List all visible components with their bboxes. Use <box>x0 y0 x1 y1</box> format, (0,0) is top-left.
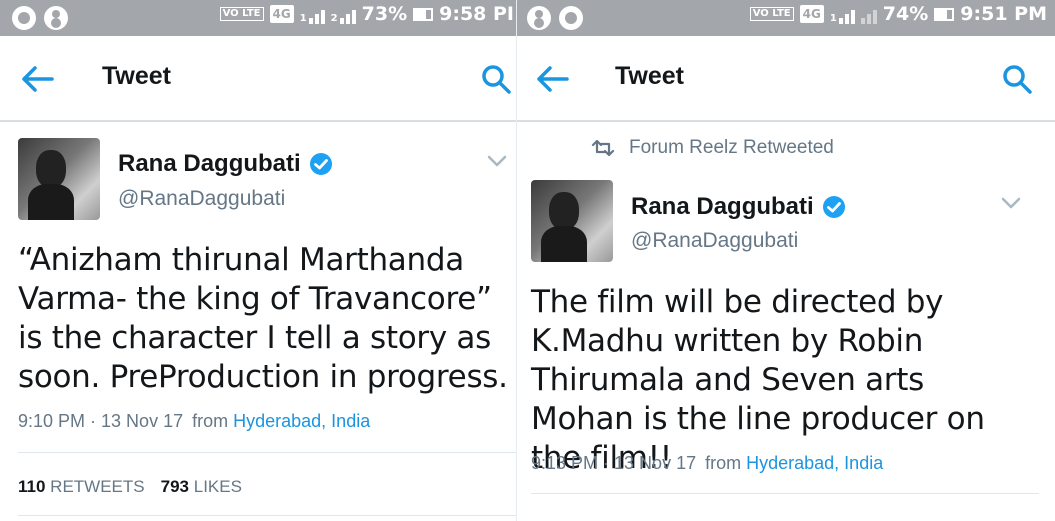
retweets-stat[interactable]: 110 RETWEETS <box>18 477 145 497</box>
volte-indicator: VO LTE <box>219 7 264 21</box>
retweeted-by: Forum Reelz Retweeted <box>629 137 834 158</box>
tweet-meta: 9:13 PM · 13 Nov 17 from Hyderabad, Indi… <box>531 453 883 474</box>
account-icon <box>44 6 68 30</box>
retweets-count: 110 <box>18 477 46 496</box>
chevron-down-icon[interactable] <box>1000 196 1022 210</box>
likes-stat[interactable]: 793 LIKES <box>161 477 242 497</box>
battery-icon <box>413 7 434 21</box>
account-icon <box>527 6 551 30</box>
right-screenshot: VO LTE 4G 1 74% 9:51 PM Tweet Forum Reel… <box>516 0 1055 521</box>
left-screenshot: VO LTE 4G 1 2 73% 9:58 PI Tweet Rana Dag… <box>0 0 522 521</box>
tweet-meta: 9:10 PM · 13 Nov 17 from Hyderabad, Indi… <box>18 411 370 432</box>
battery-percent: 74% <box>882 3 929 25</box>
likes-label: LIKES <box>193 477 242 496</box>
author-name[interactable]: Rana Daggubati <box>631 193 814 221</box>
page-title: Tweet <box>102 62 171 90</box>
author-handle[interactable]: @RanaDaggubati <box>631 229 798 253</box>
signal-icon: 1 <box>300 4 325 24</box>
verified-icon <box>309 153 332 175</box>
divider <box>18 452 522 453</box>
location-link[interactable]: Hyderabad, India <box>746 453 883 473</box>
search-icon[interactable] <box>1001 63 1033 95</box>
whatsapp-icon <box>559 6 583 30</box>
from-label: from <box>705 453 742 473</box>
volte-indicator: VO LTE <box>749 7 794 21</box>
location-link[interactable]: Hyderabad, India <box>233 411 370 431</box>
signal-icon: 1 <box>830 4 855 24</box>
retweet-icon <box>591 140 615 156</box>
battery-percent: 73% <box>361 3 408 25</box>
page-title: Tweet <box>615 62 684 90</box>
author-handle[interactable]: @RanaDaggubati <box>118 187 285 211</box>
status-bar: VO LTE 4G 1 74% 9:51 PM <box>517 0 1055 36</box>
divider <box>531 493 1039 494</box>
divider <box>18 515 522 516</box>
clock: 9:51 PM <box>960 3 1047 25</box>
back-arrow-icon[interactable] <box>535 64 569 94</box>
app-bar: Tweet <box>517 36 1055 122</box>
avatar[interactable] <box>531 180 613 262</box>
clock: 9:58 PI <box>439 3 514 25</box>
signal-icon <box>860 4 877 24</box>
network-type: 4G <box>269 5 294 23</box>
verified-icon <box>822 196 845 218</box>
tweet-text: The film will be directed by K.Madhu wri… <box>531 284 985 476</box>
chevron-down-icon[interactable] <box>486 154 508 168</box>
network-type: 4G <box>799 5 824 23</box>
from-label: from <box>192 411 229 431</box>
signal-icon: 2 <box>331 4 356 24</box>
tweet-timestamp: 9:13 PM · 13 Nov 17 <box>531 453 697 473</box>
back-arrow-icon[interactable] <box>20 64 54 94</box>
author-name[interactable]: Rana Daggubati <box>118 150 301 178</box>
tweet-timestamp: 9:10 PM · 13 Nov 17 <box>18 411 184 431</box>
app-bar: Tweet <box>0 36 522 122</box>
likes-count: 793 <box>160 477 189 496</box>
status-bar: VO LTE 4G 1 2 73% 9:58 PI <box>0 0 522 36</box>
tweet-stats: 110 RETWEETS 793 LIKES <box>18 477 242 497</box>
avatar[interactable] <box>18 138 100 220</box>
retweets-label: RETWEETS <box>50 477 145 496</box>
whatsapp-icon <box>12 6 36 30</box>
battery-icon <box>934 7 955 21</box>
tweet-text: “Anizham thirunal Marthanda Varma- the k… <box>18 242 508 395</box>
retweet-context[interactable]: Forum Reelz Retweeted <box>591 137 834 159</box>
search-icon[interactable] <box>480 63 512 95</box>
